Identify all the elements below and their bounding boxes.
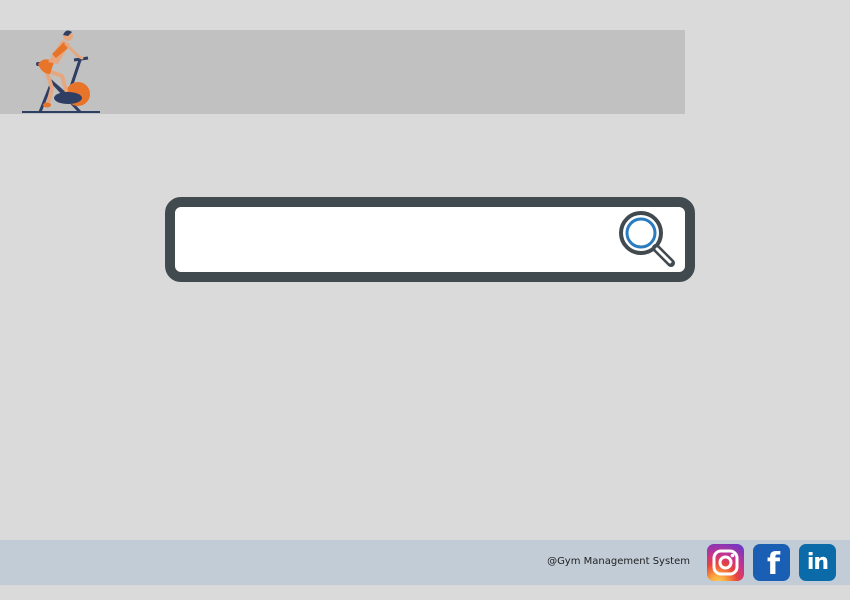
header-banner [0, 30, 685, 114]
search-button[interactable] [617, 209, 679, 269]
facebook-glyph: f [766, 547, 781, 582]
linkedin-glyph: in [806, 550, 829, 575]
page: @Gym Management System f in [0, 0, 850, 600]
instagram-glyph [712, 549, 739, 576]
search-bar [165, 197, 695, 282]
instagram-icon[interactable] [707, 544, 744, 581]
copyright-text: @Gym Management System [547, 556, 690, 567]
exercise-bike-icon[interactable] [22, 30, 102, 114]
linkedin-icon[interactable]: in [799, 544, 836, 581]
footer: @Gym Management System f in [0, 540, 850, 585]
magnifier-search-icon [619, 211, 675, 267]
search-input[interactable] [183, 215, 607, 265]
facebook-icon[interactable]: f [753, 544, 790, 582]
